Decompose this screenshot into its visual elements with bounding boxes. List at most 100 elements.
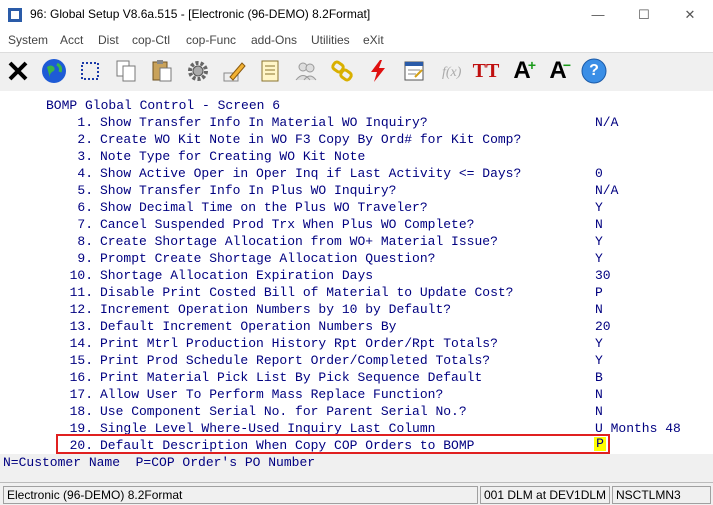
- setting-row: 3. Note Type for Creating WO Kit Note: [0, 148, 713, 165]
- menu-exit[interactable]: eXit: [363, 33, 384, 47]
- close-x-icon[interactable]: [2, 55, 34, 87]
- setting-value[interactable]: N: [595, 301, 603, 318]
- terminal-screen: BOMP Global Control - Screen 6 1. Show Tr…: [0, 91, 713, 454]
- menu-add-ons[interactable]: add-Ons: [251, 33, 297, 47]
- font-increase-icon[interactable]: A +: [506, 55, 538, 87]
- help-line-text: N=Customer Name P=COP Order's PO Number: [3, 455, 316, 470]
- status-session: 001 DLM at DEV1DLM: [480, 486, 610, 504]
- setting-row: 17. Allow User To Perform Mass Replace Fu…: [0, 386, 713, 403]
- setting-row: 1. Show Transfer Info In Material WO Inqu…: [0, 114, 713, 131]
- setting-value[interactable]: N: [595, 386, 603, 403]
- setting-value[interactable]: 0: [595, 165, 603, 182]
- select-rect-icon[interactable]: [74, 55, 106, 87]
- link-icon[interactable]: [326, 55, 358, 87]
- setting-row: 7. Cancel Suspended Prod Trx When Plus WO…: [0, 216, 713, 233]
- setting-value[interactable]: N: [595, 403, 603, 420]
- setting-row: 12. Increment Operation Numbers by 10 by …: [0, 301, 713, 318]
- setting-question: Show Transfer Info In Material WO Inquir…: [100, 115, 428, 130]
- setting-value[interactable]: B: [595, 369, 603, 386]
- function-icon[interactable]: f(x): [434, 55, 466, 87]
- setting-question: Shortage Allocation Expiration Days: [100, 268, 374, 283]
- setting-question: Print Material Pick List By Pick Sequenc…: [100, 370, 483, 385]
- current-field-value[interactable]: P: [594, 437, 606, 451]
- help-label: ?: [589, 62, 599, 79]
- window-title: 96: Global Setup V8.6a.515 - [Electronic…: [30, 7, 371, 21]
- lightning-icon[interactable]: [362, 55, 394, 87]
- menu-utilities[interactable]: Utilities: [311, 33, 350, 47]
- setting-value[interactable]: N/A: [595, 182, 618, 199]
- menu-dist[interactable]: Dist: [98, 33, 119, 47]
- setting-number: 1.: [77, 115, 93, 130]
- pencil-icon[interactable]: [218, 55, 250, 87]
- title-bar: 96: Global Setup V8.6a.515 - [Electronic…: [0, 0, 713, 30]
- setting-row: 5. Show Transfer Info In Plus WO Inquiry?…: [0, 182, 713, 199]
- menu-acct[interactable]: Acct: [60, 33, 83, 47]
- setting-row: 18. Use Component Serial No. for Parent S…: [0, 403, 713, 420]
- paste-icon[interactable]: [146, 55, 178, 87]
- gear-icon[interactable]: [182, 55, 214, 87]
- setting-number: 4.: [77, 166, 93, 181]
- setting-question: Print Mtrl Production History Rpt Order/…: [100, 336, 498, 351]
- help-line: N=Customer Name P=COP Order's PO Number: [0, 454, 713, 482]
- setting-row: 13. Default Increment Operation Numbers B…: [0, 318, 713, 335]
- setting-question: Use Component Serial No. for Parent Seri…: [100, 404, 467, 419]
- font-tt-label: TT: [472, 59, 500, 82]
- setting-value[interactable]: Y: [595, 335, 603, 352]
- font-tt-icon[interactable]: TT: [470, 55, 502, 87]
- help-icon[interactable]: ?: [578, 55, 610, 87]
- status-bar: Electronic (96-DEMO) 8.2Format 001 DLM a…: [0, 482, 713, 505]
- setting-number: 5.: [77, 183, 93, 198]
- setting-number: 10.: [69, 268, 93, 283]
- status-company: Electronic (96-DEMO) 8.2Format: [3, 486, 478, 504]
- setting-question: Increment Operation Numbers by 10 by Def…: [100, 302, 452, 317]
- setting-number: 16.: [69, 370, 93, 385]
- setting-number: 11.: [69, 285, 93, 300]
- setting-number: 12.: [69, 302, 93, 317]
- app-icon: [8, 8, 22, 22]
- setting-question: Create Shortage Allocation from WO+ Mate…: [100, 234, 498, 249]
- setting-row: 2. Create WO Kit Note in WO F3 Copy By Or…: [0, 131, 713, 148]
- setting-value[interactable]: Y: [595, 199, 603, 216]
- maximize-button[interactable]: ☐: [621, 0, 667, 30]
- notepad-icon[interactable]: [254, 55, 286, 87]
- form-icon[interactable]: [398, 55, 430, 87]
- setting-question: Default Increment Operation Numbers By: [100, 319, 397, 334]
- setting-value[interactable]: Y: [595, 352, 603, 369]
- setting-question: Disable Print Costed Bill of Material to…: [100, 285, 514, 300]
- setting-number: 13.: [69, 319, 93, 334]
- setting-number: 9.: [77, 251, 93, 266]
- setting-row: 14. Print Mtrl Production History Rpt Ord…: [0, 335, 713, 352]
- close-button[interactable]: ✕: [667, 0, 713, 30]
- setting-value[interactable]: N/A: [595, 114, 618, 131]
- setting-question: Allow User To Perform Mass Replace Funct…: [100, 387, 444, 402]
- setting-value[interactable]: 20: [595, 318, 611, 335]
- setting-value[interactable]: P: [595, 284, 603, 301]
- setting-number: 15.: [69, 353, 93, 368]
- setting-value[interactable]: 30: [595, 267, 611, 284]
- menu-cop-func[interactable]: cop-Func: [186, 33, 236, 47]
- setting-number: 2.: [77, 132, 93, 147]
- setting-number: 14.: [69, 336, 93, 351]
- setting-question: Show Decimal Time on the Plus WO Travele…: [100, 200, 428, 215]
- menu-system[interactable]: System: [8, 33, 48, 47]
- setting-question: Print Prod Schedule Report Order/Complet…: [100, 353, 491, 368]
- setting-row: 9. Prompt Create Shortage Allocation Ques…: [0, 250, 713, 267]
- menu-bar: System Acct Dist cop-Ctl cop-Func add-On…: [0, 30, 713, 52]
- setting-row: 15. Print Prod Schedule Report Order/Comp…: [0, 352, 713, 369]
- selected-field-highlight: [56, 434, 610, 454]
- setting-value[interactable]: N: [595, 216, 603, 233]
- copy-icon[interactable]: [110, 55, 142, 87]
- users-icon[interactable]: [290, 55, 322, 87]
- screen-header: BOMP Global Control - Screen 6: [46, 98, 281, 113]
- setting-question: Create WO Kit Note in WO F3 Copy By Ord#…: [100, 132, 522, 147]
- setting-question: Show Transfer Info In Plus WO Inquiry?: [100, 183, 397, 198]
- menu-cop-ctl[interactable]: cop-Ctl: [132, 33, 170, 47]
- font-decrease-icon[interactable]: A −: [542, 55, 574, 87]
- setting-value[interactable]: Y: [595, 233, 603, 250]
- status-terminal: NSCTLMN3: [612, 486, 711, 504]
- minimize-button[interactable]: —: [575, 0, 621, 30]
- setting-row: 4. Show Active Oper in Oper Inq if Last A…: [0, 165, 713, 182]
- globe-icon[interactable]: [38, 55, 70, 87]
- setting-number: 3.: [77, 149, 93, 164]
- setting-value[interactable]: Y: [595, 250, 603, 267]
